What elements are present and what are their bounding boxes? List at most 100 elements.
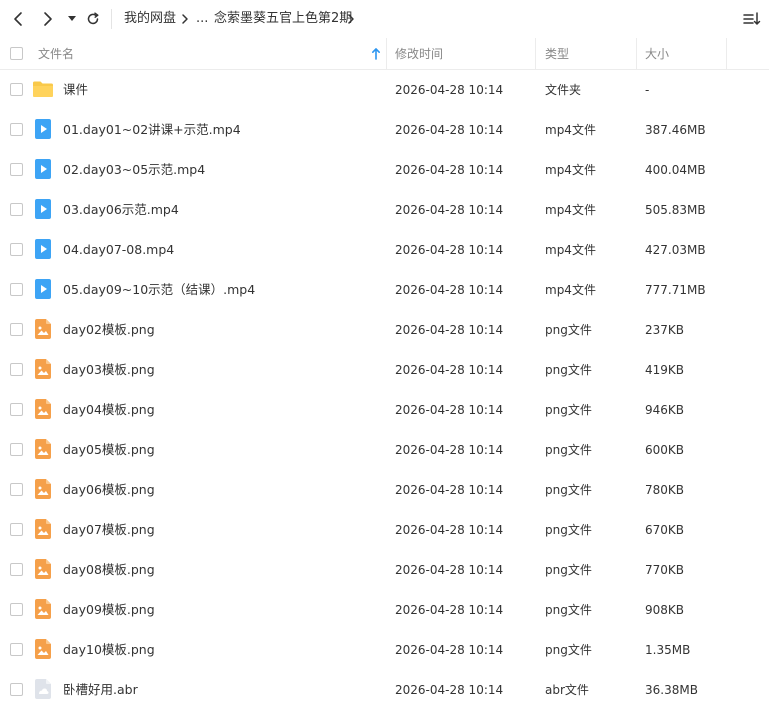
file-row[interactable]: day03模板.png 2026-04-28 10:14 png文件 419KB: [0, 350, 769, 390]
file-row[interactable]: 02.day03~05示范.mp4 2026-04-28 10:14 mp4文件…: [0, 150, 769, 190]
file-row[interactable]: day05模板.png 2026-04-28 10:14 png文件 600KB: [0, 430, 769, 470]
row-checkbox[interactable]: [10, 363, 23, 376]
file-size: 427.03MB: [645, 243, 706, 257]
image-file-icon: [32, 558, 54, 580]
column-divider[interactable]: [535, 38, 536, 70]
video-file-icon: [32, 118, 54, 140]
file-modified-time: 2026-04-28 10:14: [395, 443, 504, 457]
list-view-toggle-button[interactable]: [743, 10, 761, 28]
file-type: mp4文件: [545, 163, 596, 177]
file-row[interactable]: 01.day01~02讲课+示范.mp4 2026-04-28 10:14 mp…: [0, 110, 769, 150]
row-checkbox[interactable]: [10, 163, 23, 176]
row-checkbox[interactable]: [10, 523, 23, 536]
file-name: 05.day09~10示范（结课）.mp4: [63, 282, 256, 297]
image-file-icon: [32, 358, 54, 380]
file-row[interactable]: 03.day06示范.mp4 2026-04-28 10:14 mp4文件 50…: [0, 190, 769, 230]
file-type: png文件: [545, 363, 592, 377]
file-row[interactable]: 课件 2026-04-28 10:14 文件夹 -: [0, 70, 769, 110]
row-checkbox[interactable]: [10, 203, 23, 216]
file-row[interactable]: day06模板.png 2026-04-28 10:14 png文件 780KB: [0, 470, 769, 510]
file-modified-time: 2026-04-28 10:14: [395, 683, 504, 697]
row-checkbox[interactable]: [10, 283, 23, 296]
file-modified-time: 2026-04-28 10:14: [395, 403, 504, 417]
file-list: 课件 2026-04-28 10:14 文件夹 - 01.day01~02讲课+…: [0, 70, 769, 710]
file-name: day07模板.png: [63, 522, 155, 537]
column-divider[interactable]: [636, 38, 637, 70]
row-checkbox[interactable]: [10, 483, 23, 496]
row-checkbox[interactable]: [10, 403, 23, 416]
file-size: 600KB: [645, 443, 685, 457]
column-size[interactable]: 大小: [645, 38, 669, 70]
breadcrumb-current[interactable]: 念萦墨葵五官上色第2期: [214, 10, 352, 28]
column-modified[interactable]: 修改时间: [395, 38, 443, 70]
row-checkbox[interactable]: [10, 683, 23, 696]
file-row[interactable]: day10模板.png 2026-04-28 10:14 png文件 1.35M…: [0, 630, 769, 670]
breadcrumb-root[interactable]: 我的网盘: [124, 10, 176, 28]
file-modified-time: 2026-04-28 10:14: [395, 203, 504, 217]
file-name: 01.day01~02讲课+示范.mp4: [63, 122, 241, 137]
row-checkbox[interactable]: [10, 563, 23, 576]
file-name: 03.day06示范.mp4: [63, 202, 179, 217]
caret-down-icon: [68, 16, 76, 21]
row-checkbox[interactable]: [10, 243, 23, 256]
file-row[interactable]: day09模板.png 2026-04-28 10:14 png文件 908KB: [0, 590, 769, 630]
file-name: day04模板.png: [63, 402, 155, 417]
file-modified-time: 2026-04-28 10:14: [395, 363, 504, 377]
file-type: png文件: [545, 563, 592, 577]
video-file-icon: [32, 278, 54, 300]
file-modified-time: 2026-04-28 10:14: [395, 283, 504, 297]
sort-ascending-icon[interactable]: [371, 47, 381, 61]
forward-button[interactable]: [38, 7, 58, 31]
file-type: png文件: [545, 603, 592, 617]
file-name: day10模板.png: [63, 642, 155, 657]
row-checkbox[interactable]: [10, 443, 23, 456]
file-row[interactable]: day07模板.png 2026-04-28 10:14 png文件 670KB: [0, 510, 769, 550]
file-modified-time: 2026-04-28 10:14: [395, 603, 504, 617]
file-name: 卧槽好用.abr: [63, 682, 138, 697]
refresh-button[interactable]: [84, 7, 102, 31]
row-checkbox[interactable]: [10, 643, 23, 656]
file-size: 400.04MB: [645, 163, 706, 177]
file-type: mp4文件: [545, 243, 596, 257]
row-checkbox[interactable]: [10, 603, 23, 616]
list-sort-icon: [743, 12, 761, 25]
row-checkbox[interactable]: [10, 323, 23, 336]
file-type: png文件: [545, 643, 592, 657]
column-name[interactable]: 文件名: [38, 38, 74, 70]
image-file-icon: [32, 598, 54, 620]
column-type[interactable]: 类型: [545, 38, 569, 70]
file-type: png文件: [545, 403, 592, 417]
file-row[interactable]: day04模板.png 2026-04-28 10:14 png文件 946KB: [0, 390, 769, 430]
file-name: 02.day03~05示范.mp4: [63, 162, 206, 177]
file-name: day05模板.png: [63, 442, 155, 457]
file-row[interactable]: day02模板.png 2026-04-28 10:14 png文件 237KB: [0, 310, 769, 350]
image-file-icon: [32, 638, 54, 660]
file-size: 777.71MB: [645, 283, 706, 297]
chevron-left-icon: [14, 12, 22, 26]
file-modified-time: 2026-04-28 10:14: [395, 483, 504, 497]
file-type: abr文件: [545, 683, 589, 697]
file-name: day02模板.png: [63, 322, 155, 337]
file-name: 课件: [63, 82, 89, 97]
row-checkbox[interactable]: [10, 83, 23, 96]
file-size: 908KB: [645, 603, 685, 617]
breadcrumb-ellipsis[interactable]: ...: [196, 10, 208, 28]
file-type: 文件夹: [545, 83, 582, 97]
image-file-icon: [32, 398, 54, 420]
file-name: day09模板.png: [63, 602, 155, 617]
file-row[interactable]: 卧槽好用.abr 2026-04-28 10:14 abr文件 36.38MB: [0, 670, 769, 710]
back-button[interactable]: [8, 7, 28, 31]
history-dropdown-button[interactable]: [65, 7, 79, 31]
row-checkbox[interactable]: [10, 123, 23, 136]
file-modified-time: 2026-04-28 10:14: [395, 123, 504, 137]
file-name: 04.day07-08.mp4: [63, 242, 175, 257]
image-file-icon: [32, 478, 54, 500]
file-row[interactable]: day08模板.png 2026-04-28 10:14 png文件 770KB: [0, 550, 769, 590]
file-row[interactable]: 05.day09~10示范（结课）.mp4 2026-04-28 10:14 m…: [0, 270, 769, 310]
file-row[interactable]: 04.day07-08.mp4 2026-04-28 10:14 mp4文件 4…: [0, 230, 769, 270]
file-modified-time: 2026-04-28 10:14: [395, 523, 504, 537]
select-all-checkbox[interactable]: [10, 47, 23, 60]
column-divider[interactable]: [386, 38, 387, 70]
column-divider[interactable]: [726, 38, 727, 70]
file-size: 419KB: [645, 363, 685, 377]
